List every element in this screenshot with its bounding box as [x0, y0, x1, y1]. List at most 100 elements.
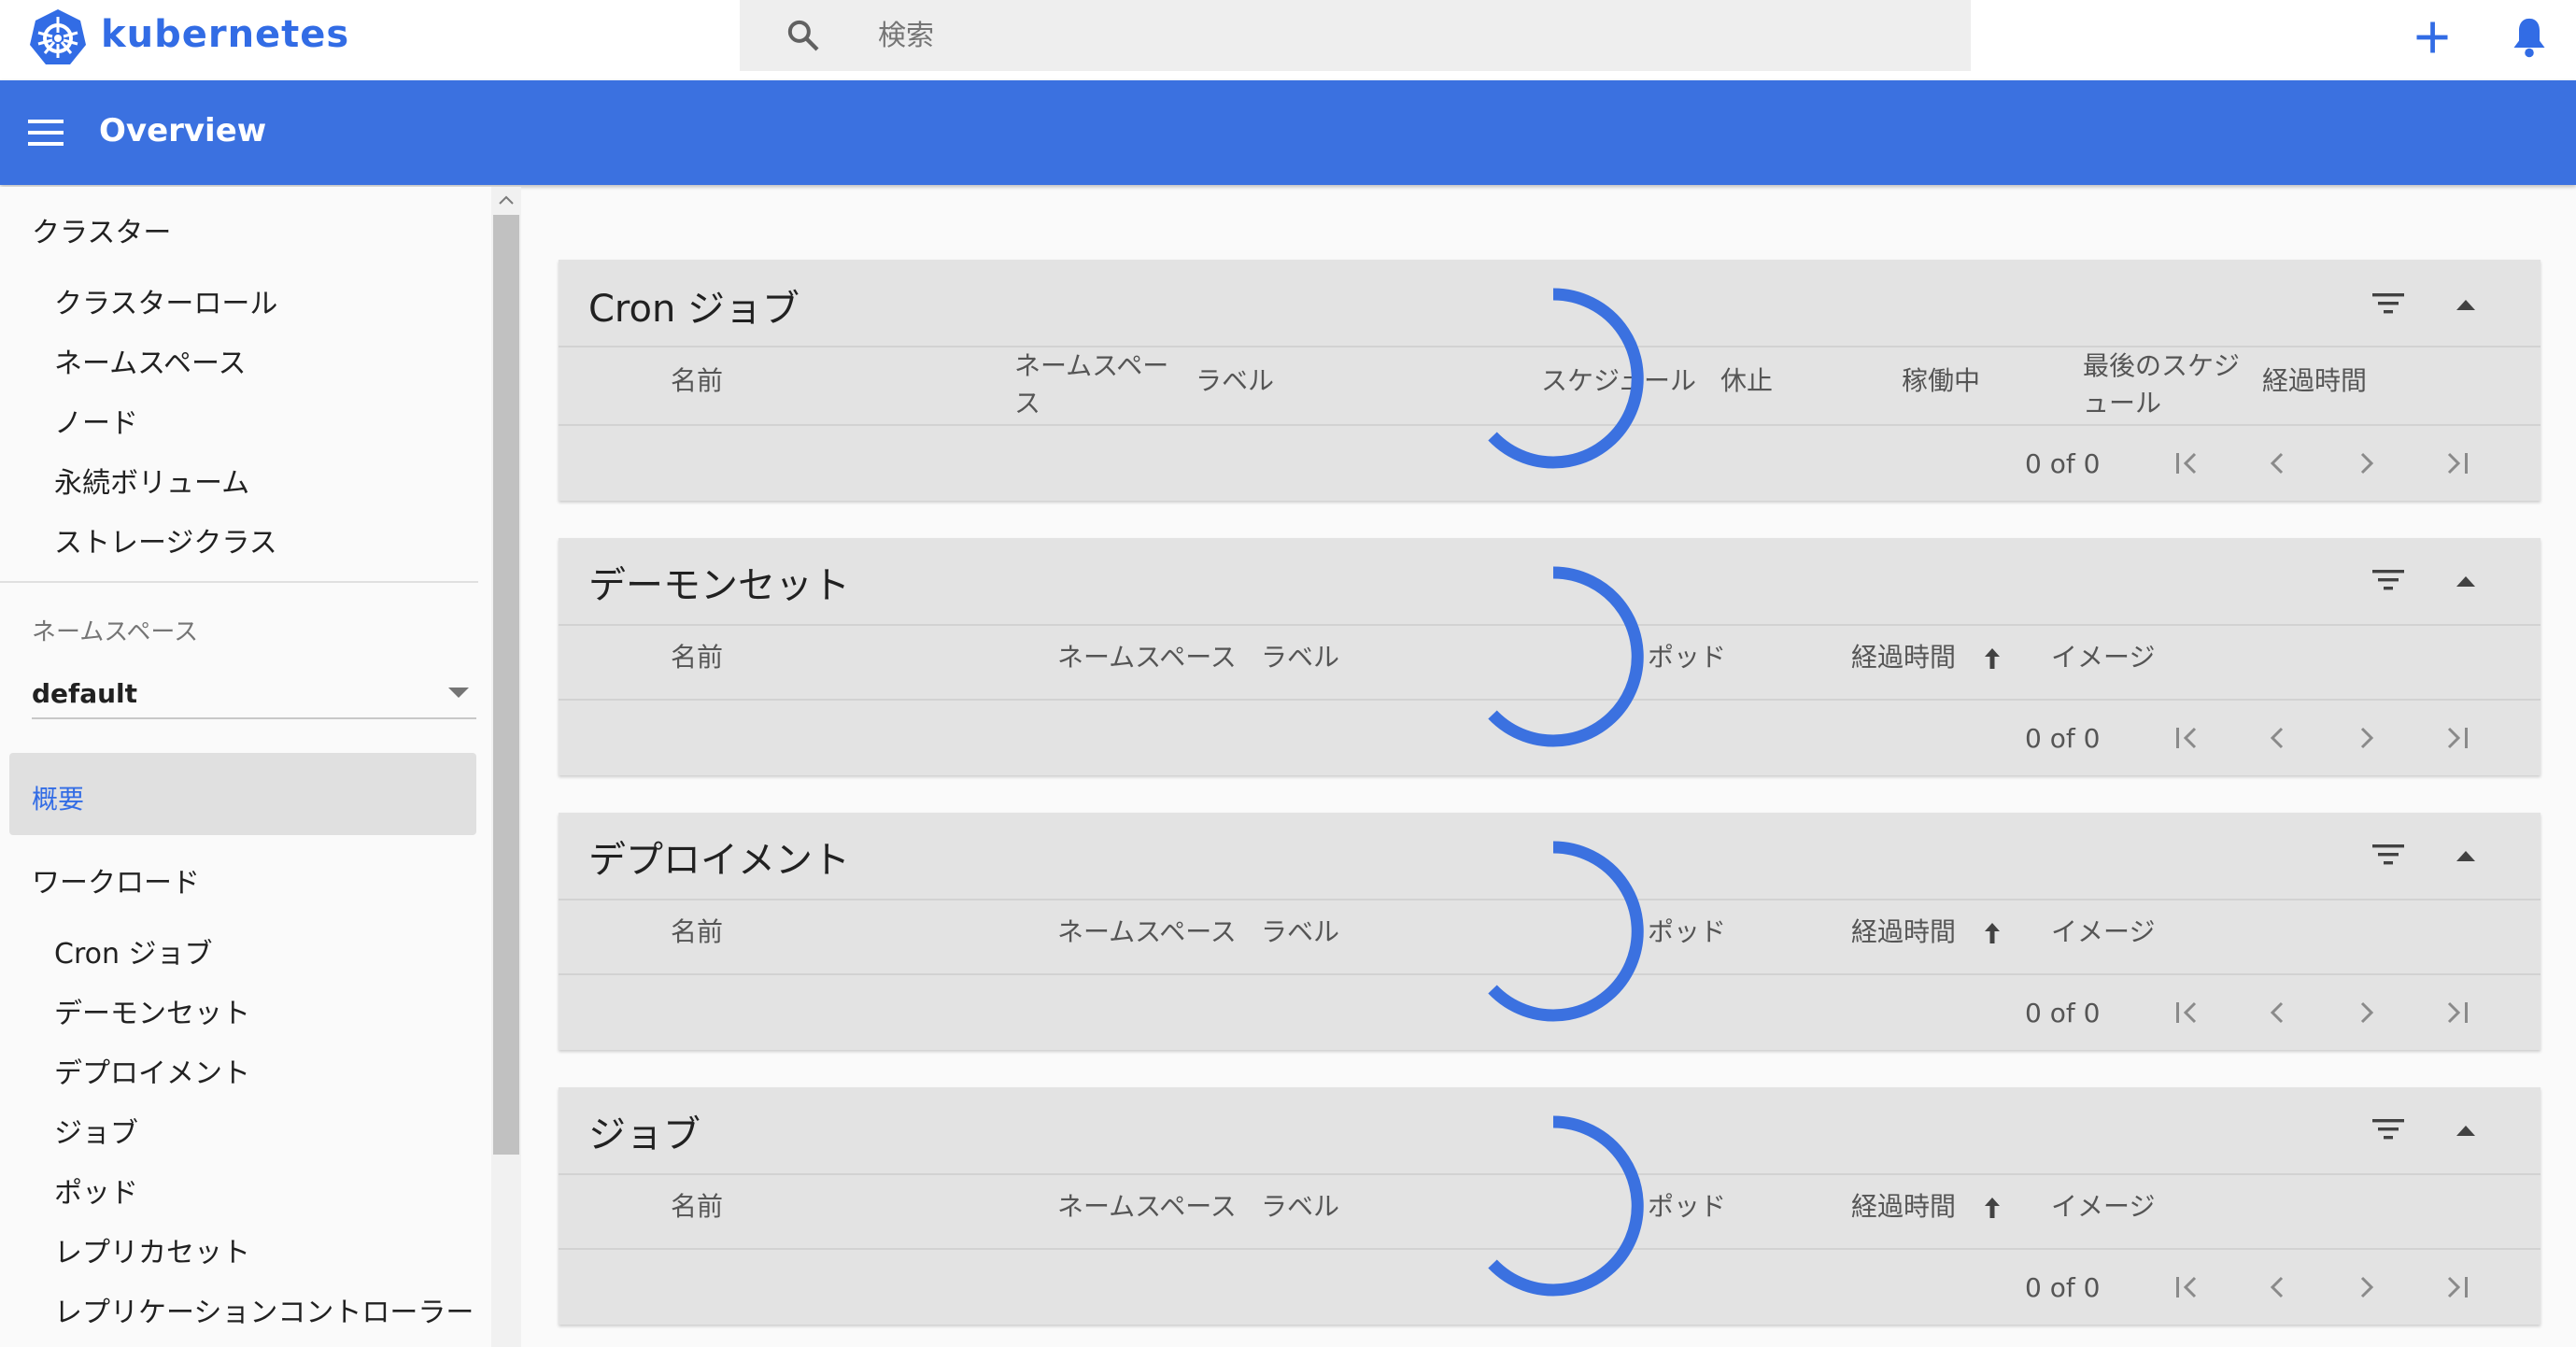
column-header-namespace[interactable]: ネームスペース	[1014, 347, 1182, 422]
column-header-name[interactable]: 名前	[671, 1188, 723, 1226]
namespace-select[interactable]: default	[32, 665, 476, 719]
search-icon	[787, 20, 819, 51]
column-header-images[interactable]: イメージ	[2051, 914, 2155, 951]
top-bar: kubernetes	[0, 0, 2576, 80]
column-header-namespace[interactable]: ネームスペース	[1057, 1188, 1237, 1226]
next-page-icon[interactable]	[2350, 1270, 2384, 1304]
bell-icon[interactable]	[2509, 15, 2550, 60]
sidebar-item-overview[interactable]: 概要	[9, 753, 476, 835]
sidebar-item-replicationcontrollers[interactable]: レプリケーションコントローラー	[54, 1289, 474, 1330]
last-page-icon[interactable]	[2440, 1270, 2473, 1304]
card-deployments: デプロイメント 名前 ネームスペース ラベル ポッド 経過時間 イメージ 0 o…	[559, 813, 2541, 1050]
loading-spinner	[1488, 288, 1644, 469]
column-header-age[interactable]: 経過時間	[1851, 1188, 1956, 1226]
sidebar-item-jobs[interactable]: ジョブ	[54, 1110, 138, 1151]
last-page-icon[interactable]	[2440, 447, 2473, 480]
column-header-labels[interactable]: ラベル	[1196, 362, 1274, 400]
scrollbar-thumb[interactable]	[493, 215, 519, 1155]
add-icon[interactable]	[2412, 17, 2453, 58]
sidebar-item-pods[interactable]: ポッド	[54, 1170, 138, 1211]
next-page-icon[interactable]	[2350, 996, 2384, 1029]
filter-icon[interactable]	[2371, 566, 2406, 594]
sidebar-item-storageclasses[interactable]: ストレージクラス	[54, 519, 277, 560]
column-header-name[interactable]: 名前	[671, 639, 723, 676]
first-page-icon[interactable]	[2171, 447, 2204, 480]
column-header-age[interactable]: 経過時間	[1851, 914, 1956, 951]
column-header-active[interactable]: 稼働中	[1902, 362, 1980, 400]
scroll-up-icon[interactable]	[495, 191, 517, 209]
sidebar-divider	[0, 581, 478, 583]
card-title: Cron ジョブ	[588, 288, 800, 331]
sidebar-item-label: 概要	[32, 784, 85, 815]
page-title: Overview	[99, 112, 267, 149]
card-title: デーモンセット	[588, 564, 850, 607]
last-page-icon[interactable]	[2440, 996, 2473, 1029]
first-page-icon[interactable]	[2171, 996, 2204, 1029]
column-header-labels[interactable]: ラベル	[1261, 1188, 1339, 1226]
page-header: Overview	[0, 80, 2576, 185]
column-header-suspend[interactable]: 休止	[1720, 362, 1773, 400]
previous-page-icon[interactable]	[2260, 996, 2294, 1029]
column-header-pods[interactable]: ポッド	[1648, 639, 1726, 676]
column-header-namespace[interactable]: ネームスペース	[1057, 914, 1237, 951]
pagination-count: 0 of 0	[2025, 723, 2101, 754]
first-page-icon[interactable]	[2171, 721, 2204, 755]
last-page-icon[interactable]	[2440, 721, 2473, 755]
filter-icon[interactable]	[2371, 290, 2406, 318]
chevron-up-icon[interactable]	[2455, 1123, 2477, 1138]
sort-arrow-up-icon[interactable]	[1982, 1196, 2003, 1220]
pagination-count: 0 of 0	[2025, 1272, 2101, 1303]
column-header-age[interactable]: 経過時間	[1851, 639, 1956, 676]
column-header-labels[interactable]: ラベル	[1261, 639, 1339, 676]
column-header-namespace[interactable]: ネームスペース	[1057, 639, 1237, 676]
column-header-images[interactable]: イメージ	[2051, 639, 2155, 676]
column-header-pods[interactable]: ポッド	[1648, 1188, 1726, 1226]
sort-arrow-up-icon[interactable]	[1982, 646, 2003, 671]
column-header-labels[interactable]: ラベル	[1261, 914, 1339, 951]
sidebar-item-clusterroles[interactable]: クラスターロール	[54, 280, 277, 321]
column-header-last-schedule[interactable]: 最後のスケジュール	[2083, 347, 2251, 422]
column-header-age[interactable]: 経過時間	[2262, 362, 2367, 400]
chevron-up-icon[interactable]	[2455, 574, 2477, 588]
sidebar-item-cronjobs[interactable]: Cron ジョブ	[54, 930, 213, 971]
card-jobs: ジョブ 名前 ネームスペース ラベル ポッド 経過時間 イメージ 0 of 0	[559, 1087, 2541, 1325]
search-bar[interactable]	[740, 0, 1971, 71]
chevron-up-icon[interactable]	[2455, 297, 2477, 312]
sidebar-section-workloads[interactable]: ワークロード	[32, 859, 200, 900]
namespace-label: ネームスペース	[32, 618, 199, 646]
namespace-value: default	[32, 678, 138, 709]
kubernetes-logo-icon[interactable]	[28, 7, 88, 67]
previous-page-icon[interactable]	[2260, 721, 2294, 755]
sidebar-item-persistentvolumes[interactable]: 永続ボリューム	[54, 460, 249, 501]
pagination-count: 0 of 0	[2025, 448, 2101, 479]
card-title: デプロイメント	[588, 839, 850, 882]
sidebar-item-deployments[interactable]: デプロイメント	[54, 1050, 250, 1091]
next-page-icon[interactable]	[2350, 447, 2384, 480]
card-title: ジョブ	[588, 1113, 701, 1156]
chevron-down-icon	[448, 688, 469, 698]
column-header-name[interactable]: 名前	[671, 362, 723, 400]
column-header-pods[interactable]: ポッド	[1648, 914, 1726, 951]
column-header-images[interactable]: イメージ	[2051, 1188, 2155, 1226]
search-input[interactable]	[878, 17, 1905, 54]
column-header-name[interactable]: 名前	[671, 914, 723, 951]
previous-page-icon[interactable]	[2260, 447, 2294, 480]
first-page-icon[interactable]	[2171, 1270, 2204, 1304]
filter-icon[interactable]	[2371, 841, 2406, 869]
sidebar-item-namespaces[interactable]: ネームスペース	[54, 340, 247, 381]
sidebar-item-replicasets[interactable]: レプリカセット	[54, 1229, 250, 1270]
sort-arrow-up-icon[interactable]	[1982, 921, 2003, 945]
next-page-icon[interactable]	[2350, 721, 2384, 755]
loading-spinner	[1488, 841, 1644, 1022]
loading-spinner	[1488, 566, 1644, 747]
card-cronjobs: Cron ジョブ 名前 ネームスペース ラベル スケジュール 休止 稼働中 最後…	[559, 260, 2541, 501]
sidebar-item-daemonsets[interactable]: デーモンセット	[54, 990, 250, 1031]
brand-name[interactable]: kubernetes	[101, 13, 349, 56]
sidebar-section-cluster[interactable]: クラスター	[32, 209, 171, 250]
previous-page-icon[interactable]	[2260, 1270, 2294, 1304]
sidebar-item-nodes[interactable]: ノード	[54, 400, 138, 441]
card-daemonsets: デーモンセット 名前 ネームスペース ラベル ポッド 経過時間 イメージ 0 o…	[559, 538, 2541, 775]
filter-icon[interactable]	[2371, 1115, 2406, 1143]
chevron-up-icon[interactable]	[2455, 848, 2477, 863]
menu-icon[interactable]	[28, 118, 65, 148]
